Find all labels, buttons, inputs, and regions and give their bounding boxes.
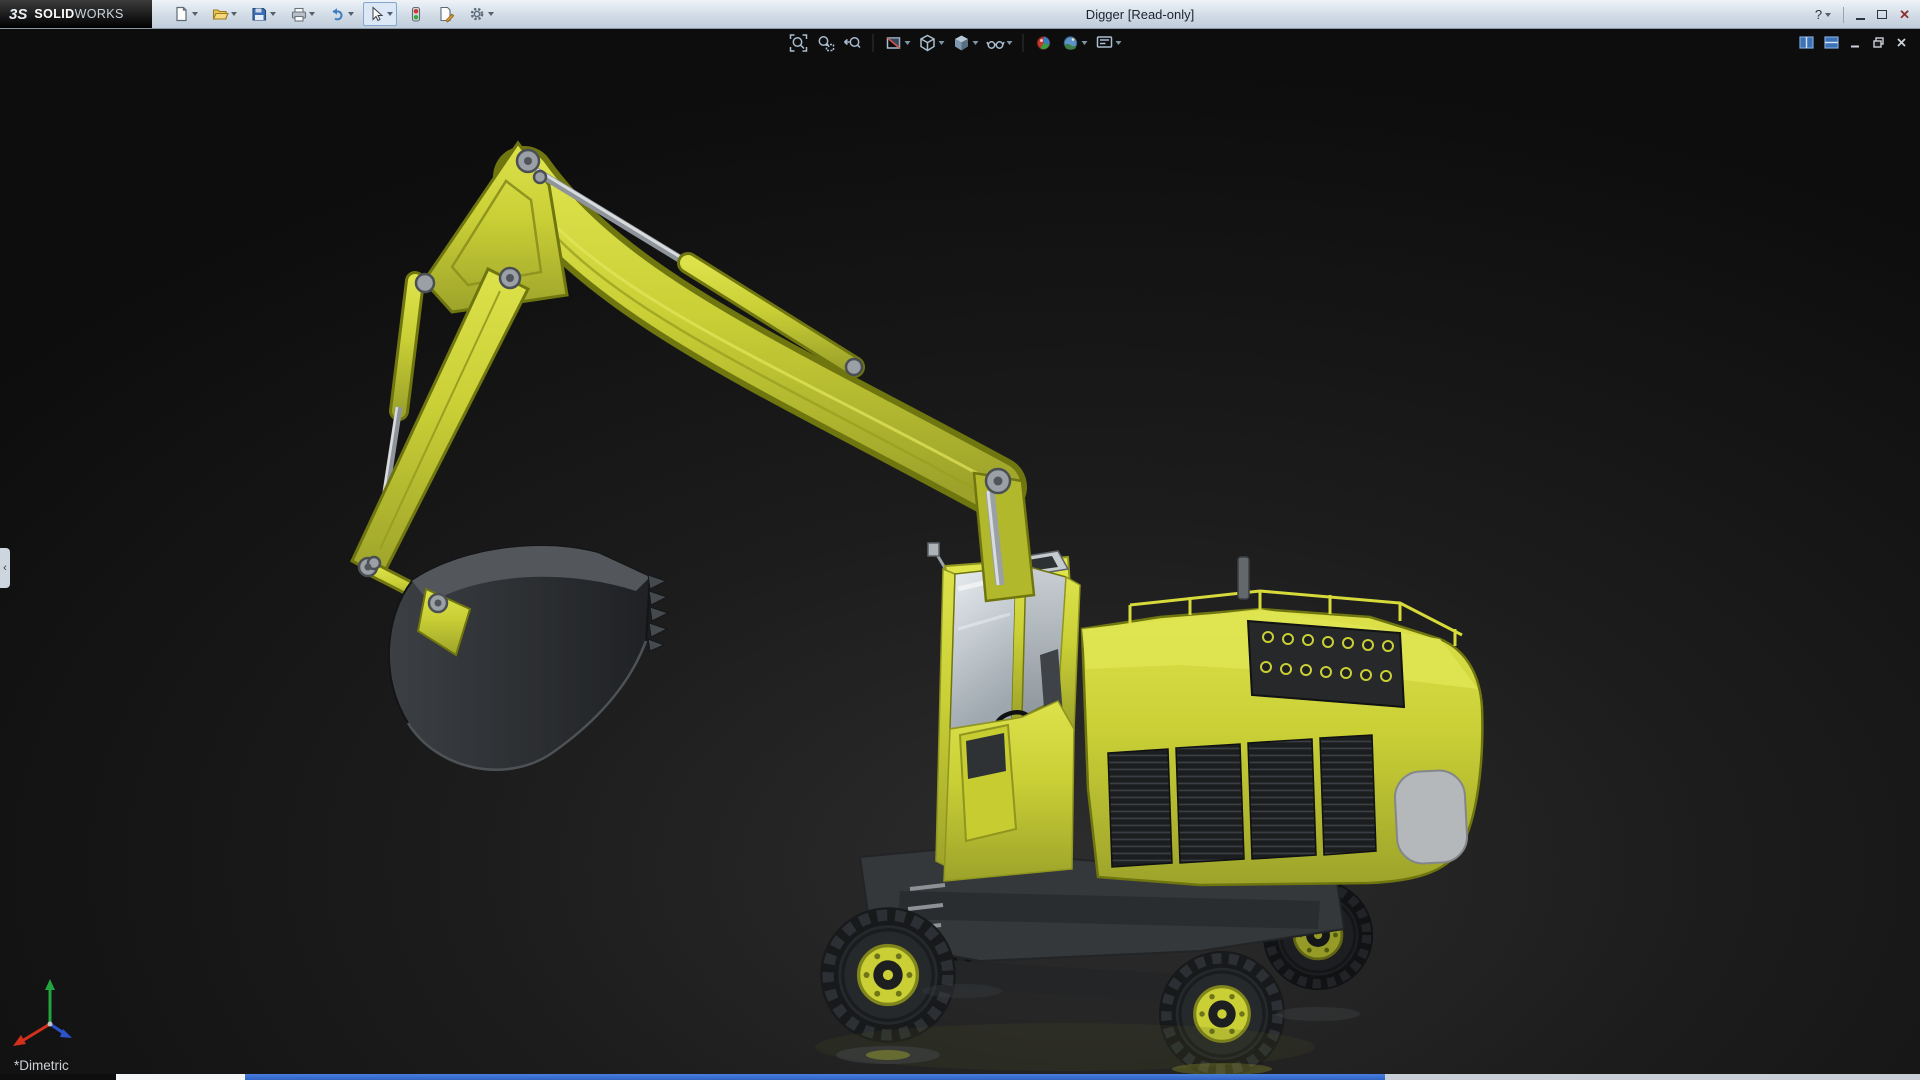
minimize-button[interactable]	[1856, 17, 1866, 20]
display-style-icon	[955, 35, 968, 51]
solidworks-logo: 3S SOLIDWORKS	[0, 0, 152, 28]
open-folder-icon	[212, 9, 229, 20]
window-controls: ? ✕	[1815, 0, 1910, 29]
zoom-to-fit-button[interactable]	[789, 33, 809, 53]
model-boom-arm[interactable]	[350, 140, 1036, 611]
new-document-icon	[176, 6, 187, 22]
orientation-triad[interactable]	[13, 979, 72, 1046]
main-toolbar	[152, 2, 498, 26]
titlebar: 3S SOLIDWORKS Digger [Read-only] ? ✕	[0, 0, 1920, 29]
open-button[interactable]	[207, 2, 241, 26]
section-view-button[interactable]	[884, 33, 911, 53]
undo-button[interactable]	[324, 2, 358, 26]
apply-scene-button[interactable]	[1061, 33, 1088, 53]
print-icon	[291, 7, 307, 22]
zoom-to-area-button[interactable]	[816, 33, 836, 53]
rebuild-button[interactable]	[402, 2, 428, 26]
section-view-icon	[886, 37, 901, 49]
edit-appearance-button[interactable]	[1034, 33, 1054, 53]
dropdown-caret-icon[interactable]	[938, 41, 945, 45]
file-properties-icon	[440, 6, 455, 23]
model-scene[interactable]	[0, 29, 1920, 1074]
previous-view-button[interactable]	[843, 33, 863, 53]
brand-name: SOLIDWORKS	[34, 7, 123, 21]
save-icon	[252, 7, 267, 21]
dropdown-caret-icon[interactable]	[1081, 41, 1088, 45]
brand-works: WORKS	[74, 7, 124, 21]
taskbar-segment-empty	[1385, 1074, 1920, 1080]
model-bucket[interactable]	[387, 545, 670, 771]
previous-view-icon	[844, 37, 861, 49]
close-button[interactable]: ✕	[1899, 7, 1910, 23]
dropdown-caret-icon[interactable]	[270, 12, 276, 16]
view-orientation-cube-icon	[920, 34, 935, 52]
taskbar-segment-dark	[0, 1074, 116, 1080]
options-gear-icon	[470, 7, 484, 21]
view-settings-button[interactable]	[1095, 33, 1122, 53]
heads-up-toolbar	[789, 33, 1122, 53]
3ds-logo-icon: 3S	[9, 5, 28, 23]
rebuild-icon	[411, 6, 421, 22]
split-pane-button[interactable]	[1824, 36, 1839, 49]
select-button[interactable]	[363, 2, 397, 26]
dropdown-caret-icon[interactable]	[231, 12, 237, 16]
maximize-button[interactable]	[1877, 10, 1888, 19]
dropdown-caret-icon[interactable]	[972, 41, 979, 45]
edit-appearance-ball-icon	[1036, 36, 1051, 50]
panel-collapse-tab[interactable]: ‹	[0, 548, 10, 588]
hide-show-items-button[interactable]	[986, 33, 1013, 53]
print-button[interactable]	[285, 2, 319, 26]
file-properties-button[interactable]	[433, 2, 459, 26]
dropdown-caret-icon[interactable]	[904, 41, 911, 45]
select-cursor-icon	[372, 6, 384, 22]
zoom-to-area-icon	[818, 36, 835, 52]
options-button[interactable]	[464, 2, 498, 26]
dropdown-caret-icon[interactable]	[1006, 41, 1013, 45]
dropdown-caret-icon[interactable]	[1825, 12, 1832, 17]
view-orientation-label: *Dimetric	[14, 1058, 69, 1073]
help-icon: ?	[1814, 7, 1823, 22]
model-engine-housing[interactable]	[1080, 556, 1484, 887]
dropdown-caret-icon[interactable]	[192, 12, 198, 16]
taskbar-segment-light[interactable]	[116, 1074, 245, 1080]
view-orientation-button[interactable]	[918, 33, 945, 53]
separator	[1843, 6, 1845, 23]
brand-solid: SOLID	[34, 7, 75, 21]
separator	[1022, 34, 1024, 52]
new-document-button[interactable]	[168, 2, 202, 26]
taskbar-sliver[interactable]	[0, 1074, 1920, 1080]
separator	[872, 34, 874, 52]
undo-icon	[332, 8, 343, 21]
view-settings-icon	[1096, 36, 1113, 48]
dropdown-caret-icon[interactable]	[488, 12, 494, 16]
dropdown-caret-icon[interactable]	[309, 12, 315, 16]
taskbar-segment-active-window[interactable]	[245, 1074, 1385, 1080]
help-button[interactable]: ?	[1814, 7, 1832, 22]
doc-restore-button[interactable]	[1872, 36, 1885, 49]
digger-model[interactable]	[350, 140, 1484, 1074]
window-title: Digger [Read-only]	[1085, 6, 1195, 22]
doc-close-button[interactable]	[1895, 36, 1908, 49]
zoom-to-fit-icon	[789, 34, 808, 52]
apply-scene-ball-icon	[1063, 36, 1078, 50]
viewport-3d[interactable]: ‹ *Dimetric	[0, 29, 1920, 1074]
dropdown-caret-icon[interactable]	[348, 12, 354, 16]
dropdown-caret-icon[interactable]	[1115, 41, 1122, 45]
document-window-controls	[1799, 36, 1908, 49]
dropdown-caret-icon[interactable]	[387, 12, 393, 16]
wheel-front-left[interactable]	[820, 907, 956, 1043]
hide-show-glasses-icon	[986, 41, 1005, 49]
doc-minimize-button[interactable]	[1849, 36, 1862, 49]
display-style-button[interactable]	[952, 33, 979, 53]
save-button[interactable]	[246, 2, 280, 26]
tile-pane-button[interactable]	[1799, 36, 1814, 49]
